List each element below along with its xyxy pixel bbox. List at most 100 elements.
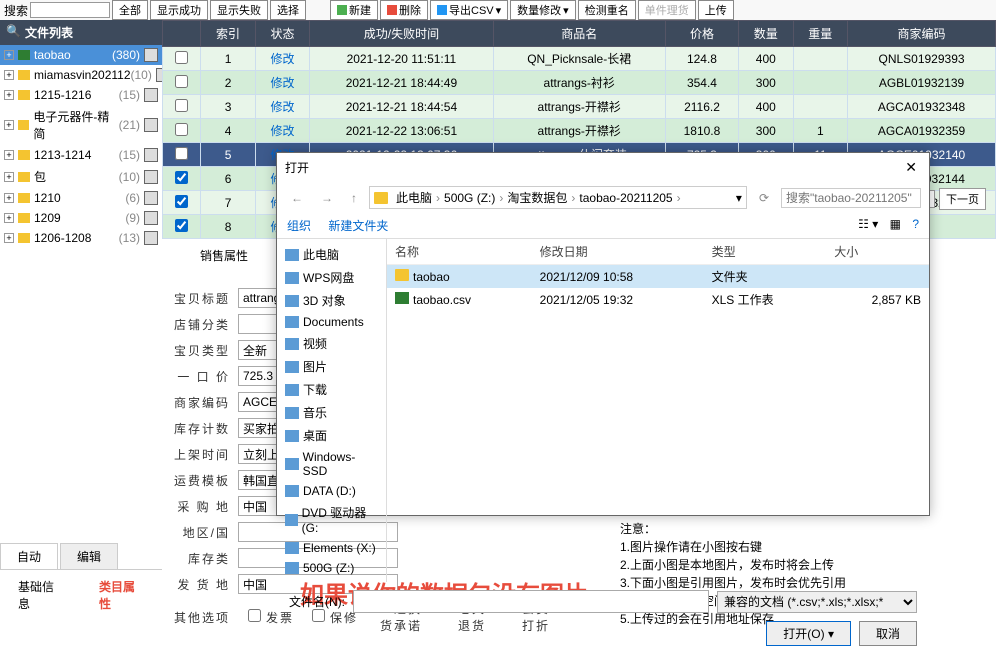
- tree-item[interactable]: 3D 对象: [281, 289, 382, 312]
- option-checkbox[interactable]: [248, 609, 261, 622]
- expand-icon[interactable]: +: [4, 233, 14, 243]
- trash-icon[interactable]: [144, 148, 158, 162]
- file-column-header[interactable]: 大小: [826, 239, 929, 265]
- row-checkbox[interactable]: [175, 219, 188, 232]
- tab-auto[interactable]: 自动: [0, 543, 58, 569]
- expand-icon[interactable]: +: [4, 213, 14, 223]
- row-checkbox[interactable]: [175, 75, 188, 88]
- btn-all[interactable]: 全部: [112, 0, 148, 20]
- modify-link[interactable]: 修改: [271, 76, 295, 90]
- trash-icon[interactable]: [144, 118, 158, 132]
- tree-item[interactable]: 此电脑: [281, 243, 382, 266]
- row-checkbox[interactable]: [175, 51, 188, 64]
- sidebar-item[interactable]: +电子元器件-精简(21): [0, 105, 162, 145]
- sidebar-item[interactable]: +1209(9): [0, 208, 162, 228]
- table-row[interactable]: 3修改2021-12-21 18:44:54attrangs-开襟衫2116.2…: [163, 95, 996, 119]
- column-header[interactable]: 数量: [739, 21, 794, 47]
- expand-icon[interactable]: +: [4, 172, 14, 182]
- modify-link[interactable]: 修改: [271, 124, 295, 138]
- modify-link[interactable]: 修改: [271, 100, 295, 114]
- tree-item[interactable]: WPS网盘: [281, 266, 382, 289]
- column-header[interactable]: 价格: [665, 21, 738, 47]
- btn-qty-modify[interactable]: 数量修改▾: [510, 0, 576, 20]
- new-folder-link[interactable]: 新建文件夹: [328, 219, 388, 233]
- btn-new[interactable]: 新建: [330, 0, 378, 20]
- view-icon[interactable]: ☷ ▾: [858, 217, 878, 231]
- nav-up-icon[interactable]: ↑: [345, 189, 363, 207]
- tree-item[interactable]: 视频: [281, 332, 382, 355]
- sidebar-item[interactable]: +miamasvin202112(10): [0, 65, 162, 85]
- cancel-button[interactable]: 取消: [859, 621, 917, 646]
- sidebar-item[interactable]: +1210(6): [0, 188, 162, 208]
- subtab-category[interactable]: 类目属性: [81, 574, 162, 618]
- column-header[interactable]: 重量: [793, 21, 848, 47]
- tree-item[interactable]: 500G (Z:): [281, 558, 382, 578]
- tree-item[interactable]: 下载: [281, 378, 382, 401]
- column-header[interactable]: 索引: [201, 21, 256, 47]
- dialog-close-button[interactable]: ✕: [901, 159, 921, 176]
- row-checkbox[interactable]: [175, 147, 188, 160]
- tree-item[interactable]: DVD 驱动器 (G:: [281, 501, 382, 538]
- column-header[interactable]: [163, 21, 201, 47]
- btn-export-csv[interactable]: 导出CSV▾: [430, 0, 508, 20]
- tree-item[interactable]: Elements (X:): [281, 538, 382, 558]
- table-row[interactable]: 4修改2021-12-22 13:06:51attrangs-开襟衫1810.8…: [163, 119, 996, 143]
- subtab-basic[interactable]: 基础信息: [0, 574, 81, 618]
- open-button[interactable]: 打开(O) ▾: [766, 621, 851, 646]
- file-column-header[interactable]: 修改日期: [532, 239, 704, 265]
- btn-delete[interactable]: 删除: [380, 0, 428, 20]
- row-checkbox[interactable]: [175, 99, 188, 112]
- tree-item[interactable]: Windows-SSD: [281, 447, 382, 481]
- organize-link[interactable]: 组织: [287, 219, 311, 233]
- expand-icon[interactable]: +: [4, 50, 14, 60]
- btn-show-success[interactable]: 显示成功: [150, 0, 208, 20]
- sidebar-item[interactable]: +1215-1216(15): [0, 85, 162, 105]
- tree-item[interactable]: 图片: [281, 355, 382, 378]
- pane-icon[interactable]: ▦: [890, 217, 901, 231]
- trash-icon[interactable]: [144, 191, 158, 205]
- breadcrumb[interactable]: 此电脑›500G (Z:)›淘宝数据包›taobao-20211205› ▾: [369, 186, 747, 209]
- file-column-header[interactable]: 名称: [387, 239, 532, 265]
- sidebar-item[interactable]: +包(10): [0, 165, 162, 188]
- file-row[interactable]: taobao.csv2021/12/05 19:32XLS 工作表2,857 K…: [387, 288, 929, 311]
- modify-link[interactable]: 修改: [271, 52, 295, 66]
- page-next[interactable]: 下一页: [939, 188, 986, 210]
- btn-select[interactable]: 选择: [270, 0, 306, 20]
- expand-icon[interactable]: +: [4, 70, 14, 80]
- trash-icon[interactable]: [144, 48, 158, 62]
- help-icon[interactable]: ?: [912, 217, 919, 231]
- sidebar-item[interactable]: +taobao(380): [0, 45, 162, 65]
- btn-check-dup[interactable]: 检测重名: [578, 0, 636, 20]
- tree-item[interactable]: 音乐: [281, 401, 382, 424]
- tree-item[interactable]: 桌面: [281, 424, 382, 447]
- refresh-icon[interactable]: ⟳: [753, 189, 775, 207]
- btn-upload[interactable]: 上传: [698, 0, 734, 20]
- trash-icon[interactable]: [144, 231, 158, 245]
- filter-select[interactable]: 兼容的文档 (*.csv;*.xls;*.xlsx;*: [717, 591, 917, 613]
- column-header[interactable]: 状态: [255, 21, 310, 47]
- trash-icon[interactable]: [144, 211, 158, 225]
- table-row[interactable]: 1修改2021-12-20 11:51:11QN_Picknsale-长裙124…: [163, 47, 996, 71]
- trash-icon[interactable]: [144, 88, 158, 102]
- column-header[interactable]: 商品名: [493, 21, 665, 47]
- sidebar-item[interactable]: +1206-1208(13): [0, 228, 162, 248]
- search-input[interactable]: [30, 2, 110, 18]
- expand-icon[interactable]: +: [4, 90, 14, 100]
- row-checkbox[interactable]: [175, 171, 188, 184]
- column-header[interactable]: 成功/失败时间: [310, 21, 493, 47]
- column-header[interactable]: 商家编码: [848, 21, 996, 47]
- nav-back-icon[interactable]: ←: [285, 189, 309, 207]
- tree-item[interactable]: DATA (D:): [281, 481, 382, 501]
- dialog-search-input[interactable]: [781, 188, 921, 208]
- expand-icon[interactable]: +: [4, 150, 14, 160]
- filename-input[interactable]: [353, 590, 709, 613]
- table-row[interactable]: 2修改2021-12-21 18:44:49attrangs-衬衫354.430…: [163, 71, 996, 95]
- tree-item[interactable]: Documents: [281, 312, 382, 332]
- trash-icon[interactable]: [144, 170, 158, 184]
- sidebar-item[interactable]: +1213-1214(15): [0, 145, 162, 165]
- tab-edit[interactable]: 编辑: [60, 543, 118, 569]
- btn-show-fail[interactable]: 显示失败: [210, 0, 268, 20]
- nav-fwd-icon[interactable]: →: [315, 189, 339, 207]
- file-column-header[interactable]: 类型: [704, 239, 827, 265]
- row-checkbox[interactable]: [175, 195, 188, 208]
